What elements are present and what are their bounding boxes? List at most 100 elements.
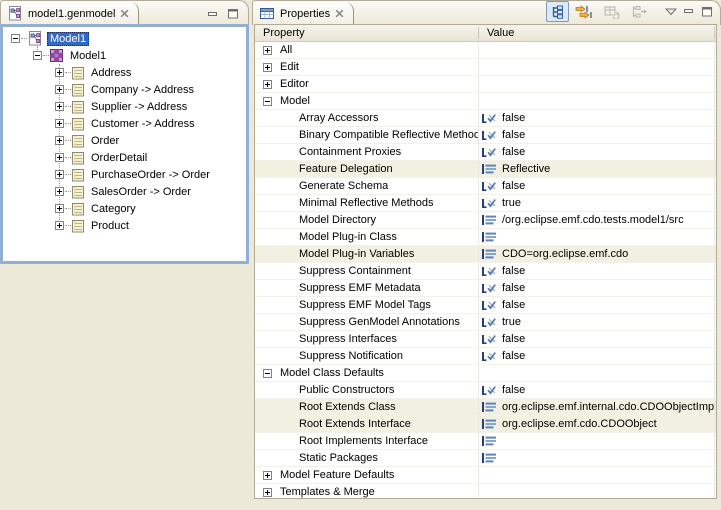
value-column-header[interactable]: Value — [479, 27, 715, 39]
property-value-cell[interactable]: false — [479, 127, 715, 143]
category-row[interactable]: Templates & Merge — [255, 484, 716, 499]
expand-toggle[interactable] — [55, 68, 64, 77]
property-value-cell[interactable]: /org.eclipse.emf.cdo.tests.model1/src — [479, 212, 715, 228]
show-categories-button[interactable] — [546, 1, 569, 22]
property-value-cell[interactable]: false — [479, 382, 715, 398]
property-value-cell[interactable] — [479, 433, 715, 449]
tree-connector — [65, 140, 71, 142]
property-row[interactable]: Root Extends Interfaceorg.eclipse.emf.cd… — [255, 416, 716, 433]
tree-item[interactable]: Address — [3, 64, 246, 81]
property-value-cell[interactable]: false — [479, 178, 715, 194]
property-row[interactable]: Suppress Interfacesfalse — [255, 331, 716, 348]
tree-item[interactable]: Model1 — [3, 47, 246, 64]
expand-toggle[interactable] — [55, 119, 64, 128]
tree-item[interactable]: Category — [3, 200, 246, 217]
property-row[interactable]: Containment Proxiesfalse — [255, 144, 716, 161]
expand-toggle[interactable] — [55, 204, 64, 213]
property-row[interactable]: Root Implements Interface — [255, 433, 716, 450]
property-row[interactable]: Public Constructorsfalse — [255, 382, 716, 399]
expand-toggle[interactable] — [55, 153, 64, 162]
tree-item[interactable]: Order — [3, 132, 246, 149]
property-value-cell[interactable]: false — [479, 297, 715, 313]
property-value-cell[interactable]: false — [479, 263, 715, 279]
expand-toggle[interactable] — [11, 34, 20, 43]
expand-toggle[interactable] — [33, 51, 42, 60]
expand-toggle[interactable] — [263, 80, 272, 89]
tree-item[interactable]: Customer -> Address — [3, 115, 246, 132]
property-row[interactable]: Model Directory/org.eclipse.emf.cdo.test… — [255, 212, 716, 229]
properties-tab[interactable]: Properties — [253, 2, 354, 25]
expand-toggle[interactable] — [263, 97, 272, 106]
property-row[interactable]: Suppress GenModel Annotationstrue — [255, 314, 716, 331]
expand-toggle[interactable] — [55, 85, 64, 94]
property-value-cell[interactable]: org.eclipse.emf.internal.cdo.CDOObjectIm… — [479, 399, 715, 415]
property-value-cell — [479, 42, 715, 58]
property-value-cell[interactable]: CDO=org.eclipse.emf.cdo — [479, 246, 715, 262]
property-row[interactable]: Suppress Containmentfalse — [255, 263, 716, 280]
editor-tab[interactable]: model1.genmodel — [1, 2, 139, 25]
property-row[interactable]: Static Packages — [255, 450, 716, 467]
property-row[interactable]: Root Extends Classorg.eclipse.emf.intern… — [255, 399, 716, 416]
maximize-button[interactable] — [700, 6, 714, 18]
maximize-button[interactable] — [226, 8, 240, 20]
expand-toggle[interactable] — [55, 187, 64, 196]
expand-toggle[interactable] — [263, 46, 272, 55]
editor-panel: model1.genmodel Model1Model1 AddressCompa… — [0, 0, 249, 264]
property-value-cell[interactable]: false — [479, 280, 715, 296]
row-filler — [715, 280, 716, 296]
minimize-button[interactable] — [682, 6, 696, 18]
property-value-cell[interactable]: true — [479, 195, 715, 211]
tree-item[interactable]: Supplier -> Address — [3, 98, 246, 115]
property-row[interactable]: Array Accessorsfalse — [255, 110, 716, 127]
property-value-cell[interactable]: false — [479, 331, 715, 347]
property-value-cell[interactable]: false — [479, 144, 715, 160]
category-row[interactable]: Edit — [255, 59, 716, 76]
property-value-cell[interactable]: org.eclipse.emf.cdo.CDOObject — [479, 416, 715, 432]
tree-connector — [65, 157, 71, 159]
property-row[interactable]: Model Plug-in Class — [255, 229, 716, 246]
property-value-cell[interactable]: false — [479, 348, 715, 364]
close-icon[interactable] — [335, 9, 344, 18]
tree-item[interactable]: Company -> Address — [3, 81, 246, 98]
category-row[interactable]: Editor — [255, 76, 716, 93]
tree-item-label: Category — [88, 202, 139, 216]
property-value-cell — [479, 93, 715, 109]
property-row[interactable]: Suppress EMF Metadatafalse — [255, 280, 716, 297]
property-value-cell[interactable]: Reflective — [479, 161, 715, 177]
category-row[interactable]: All — [255, 42, 716, 59]
tree-item[interactable]: OrderDetail — [3, 149, 246, 166]
show-advanced-properties-button[interactable] — [573, 1, 596, 22]
property-row[interactable]: Suppress Notificationfalse — [255, 348, 716, 365]
tree-item[interactable]: SalesOrder -> Order — [3, 183, 246, 200]
property-row[interactable]: Model Plug-in VariablesCDO=org.eclipse.e… — [255, 246, 716, 263]
property-value-cell[interactable] — [479, 229, 715, 245]
category-row[interactable]: Model — [255, 93, 716, 110]
property-value-cell[interactable]: false — [479, 110, 715, 126]
property-value-cell[interactable]: true — [479, 314, 715, 330]
property-row[interactable]: Binary Compatible Reflective Methodsfals… — [255, 127, 716, 144]
expand-toggle[interactable] — [263, 369, 272, 378]
tree-item[interactable]: PurchaseOrder -> Order — [3, 166, 246, 183]
property-row[interactable]: Feature DelegationReflective — [255, 161, 716, 178]
property-row[interactable]: Minimal Reflective Methodstrue — [255, 195, 716, 212]
expand-toggle[interactable] — [263, 488, 272, 497]
category-row[interactable]: Model Class Defaults — [255, 365, 716, 382]
property-row[interactable]: Suppress EMF Model Tagsfalse — [255, 297, 716, 314]
expand-toggle[interactable] — [55, 170, 64, 179]
expand-toggle[interactable] — [55, 136, 64, 145]
expand-toggle[interactable] — [263, 63, 272, 72]
expand-toggle[interactable] — [55, 102, 64, 111]
tree-item-label: Address — [88, 66, 134, 80]
view-menu-button[interactable] — [664, 6, 678, 18]
category-row[interactable]: Model Feature Defaults — [255, 467, 716, 484]
tree-item[interactable]: Model1 — [3, 30, 246, 47]
expand-toggle[interactable] — [55, 221, 64, 230]
close-icon[interactable] — [120, 9, 129, 18]
tree-item[interactable]: Product — [3, 217, 246, 234]
minimize-button[interactable] — [206, 8, 220, 20]
expand-toggle[interactable] — [263, 471, 272, 480]
property-row[interactable]: Generate Schemafalse — [255, 178, 716, 195]
property-column-header[interactable]: Property — [255, 27, 479, 39]
property-value: false — [502, 282, 525, 294]
property-value-cell[interactable] — [479, 450, 715, 466]
